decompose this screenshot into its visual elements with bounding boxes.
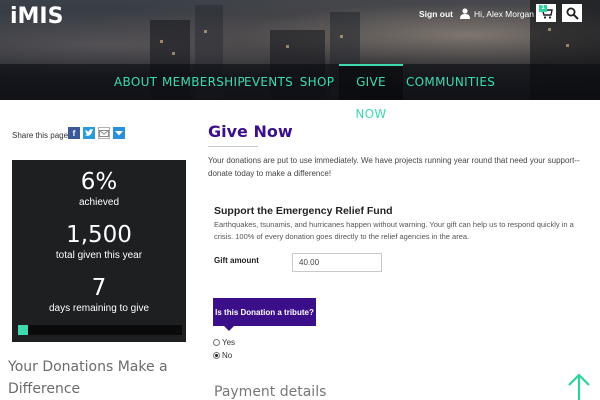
days-remaining-value: 7 (91, 275, 107, 301)
tribute-option-yes[interactable]: Yes (213, 338, 235, 347)
tribute-option-no[interactable]: No (213, 351, 232, 360)
gift-amount-input[interactable] (292, 253, 382, 272)
tribute-no-radio[interactable] (213, 352, 220, 359)
page-title: Give Now (208, 122, 293, 141)
tribute-no-label: No (222, 351, 233, 360)
achieved-label: achieved (78, 197, 120, 208)
nav-events[interactable]: EVENTS (244, 64, 293, 100)
gift-amount-label: Gift amount (214, 256, 259, 265)
site-logo[interactable]: iMIS (10, 4, 63, 29)
scroll-to-top-arrow-icon[interactable] (567, 373, 591, 400)
days-remaining-label: days remaining to give (48, 303, 150, 314)
donation-progress-bar (18, 325, 182, 335)
total-given-value: 1,500 (66, 222, 132, 248)
tribute-button[interactable]: Is this Donation a tribute? (213, 298, 316, 326)
donation-progress-fill (18, 325, 28, 335)
search-icon (566, 7, 579, 20)
user-greeting[interactable]: Hi, Alex Morgan (474, 9, 534, 19)
facebook-icon[interactable]: f (68, 127, 80, 139)
email-icon[interactable] (98, 127, 110, 139)
nav-shop[interactable]: SHOP (298, 64, 336, 100)
nav-membership[interactable]: MEMBERSHIP (162, 64, 245, 100)
total-given-label: total given this year (55, 250, 143, 261)
payment-details-heading: Payment details (214, 384, 327, 400)
tribute-yes-label: Yes (222, 338, 236, 347)
sign-out-link[interactable]: Sign out (419, 9, 453, 19)
achieved-value: 6% (80, 169, 118, 195)
more-icon[interactable] (113, 127, 125, 139)
tribute-yes-radio[interactable] (213, 339, 220, 346)
intro-text: Your donations are put to use immediatel… (208, 156, 580, 178)
fund-title: Support the Emergency Relief Fund (214, 205, 393, 217)
nav-communities[interactable]: COMMUNITIES (406, 64, 495, 100)
cart-count-badge: 1 (539, 5, 547, 12)
search-button[interactable] (562, 4, 582, 22)
nav-give-now[interactable]: GIVE NOW (339, 64, 403, 121)
sidebar-heading: Your Donations Make a Difference (8, 359, 168, 397)
tribute-caret (224, 326, 234, 331)
share-label: Share this page (12, 131, 69, 140)
user-icon (460, 8, 470, 19)
nav-about[interactable]: ABOUT (114, 64, 157, 100)
twitter-icon[interactable] (83, 127, 95, 139)
fund-description: Earthquakes, tsunamis, and hurricanes ha… (214, 220, 574, 241)
title-divider (208, 146, 258, 147)
